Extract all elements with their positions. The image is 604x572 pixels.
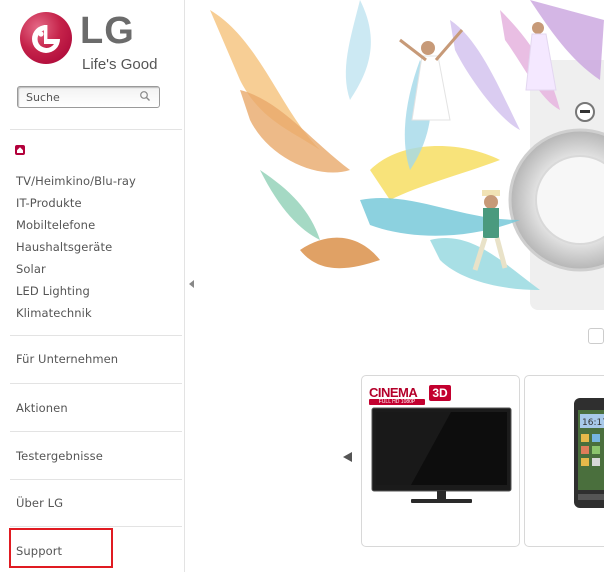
hero-banner[interactable] <box>200 0 604 330</box>
nav-item-solar[interactable]: Solar <box>16 261 136 283</box>
cinema-badge-sub: FULL HD 1080P <box>369 399 425 405</box>
svg-text:16:17: 16:17 <box>582 418 604 428</box>
search-box <box>17 86 160 108</box>
divider <box>10 335 182 336</box>
chevron-left-icon[interactable] <box>189 280 194 288</box>
nav-item-mobiltelefone[interactable]: Mobiltelefone <box>16 217 136 239</box>
divider <box>10 526 182 527</box>
nav-item-klimatechnik[interactable]: Klimatechnik <box>16 305 136 327</box>
search-icon[interactable] <box>139 90 151 102</box>
sidebar-collapse-strip[interactable] <box>184 0 200 572</box>
nav-item-aktionen[interactable]: Aktionen <box>16 401 68 415</box>
carousel-prev-icon[interactable] <box>343 452 352 462</box>
nav-item-fuer-unternehmen[interactable]: Für Unternehmen <box>16 352 118 366</box>
home-icon[interactable] <box>15 145 25 155</box>
divider <box>10 383 182 384</box>
cinema-badge-3d: 3D <box>429 385 451 401</box>
nav-item-led-lighting[interactable]: LED Lighting <box>16 283 136 305</box>
product-category-list: TV/Heimkino/Blu-ray IT-Produkte Mobiltel… <box>16 173 136 327</box>
divider <box>10 431 182 432</box>
nav-item-tv[interactable]: TV/Heimkino/Blu-ray <box>16 173 136 195</box>
divider <box>10 479 182 480</box>
banner-pager-dot[interactable] <box>588 328 604 344</box>
nav-item-ueber-lg[interactable]: Über LG <box>16 496 63 510</box>
support-highlight-box <box>9 528 113 568</box>
divider <box>10 129 182 130</box>
logo-wordmark: LG <box>80 10 135 52</box>
lg-logo-icon <box>20 12 72 64</box>
nav-item-haushaltsgeraete[interactable]: Haushaltsgeräte <box>16 239 136 261</box>
nav-item-it-produkte[interactable]: IT-Produkte <box>16 195 136 217</box>
lg-logo[interactable]: LG Life's Good <box>20 10 165 74</box>
hero-image <box>210 0 604 310</box>
tv-product-image <box>371 407 512 503</box>
product-card-phone[interactable]: 16:17 <box>524 375 604 547</box>
sidebar: LG Life's Good TV/Heimkino/Blu-ray IT-Pr… <box>0 0 184 572</box>
cinema-badge-brand: CINEMA <box>369 385 418 400</box>
phone-product-image: 16:17 <box>574 398 604 508</box>
product-card-tv[interactable]: CINEMA 3D FULL HD 1080P <box>361 375 520 547</box>
lg-face-icon <box>32 25 60 53</box>
search-input[interactable] <box>18 87 138 107</box>
nav-item-testergebnisse[interactable]: Testergebnisse <box>16 449 103 463</box>
logo-tagline: Life's Good <box>82 56 158 73</box>
